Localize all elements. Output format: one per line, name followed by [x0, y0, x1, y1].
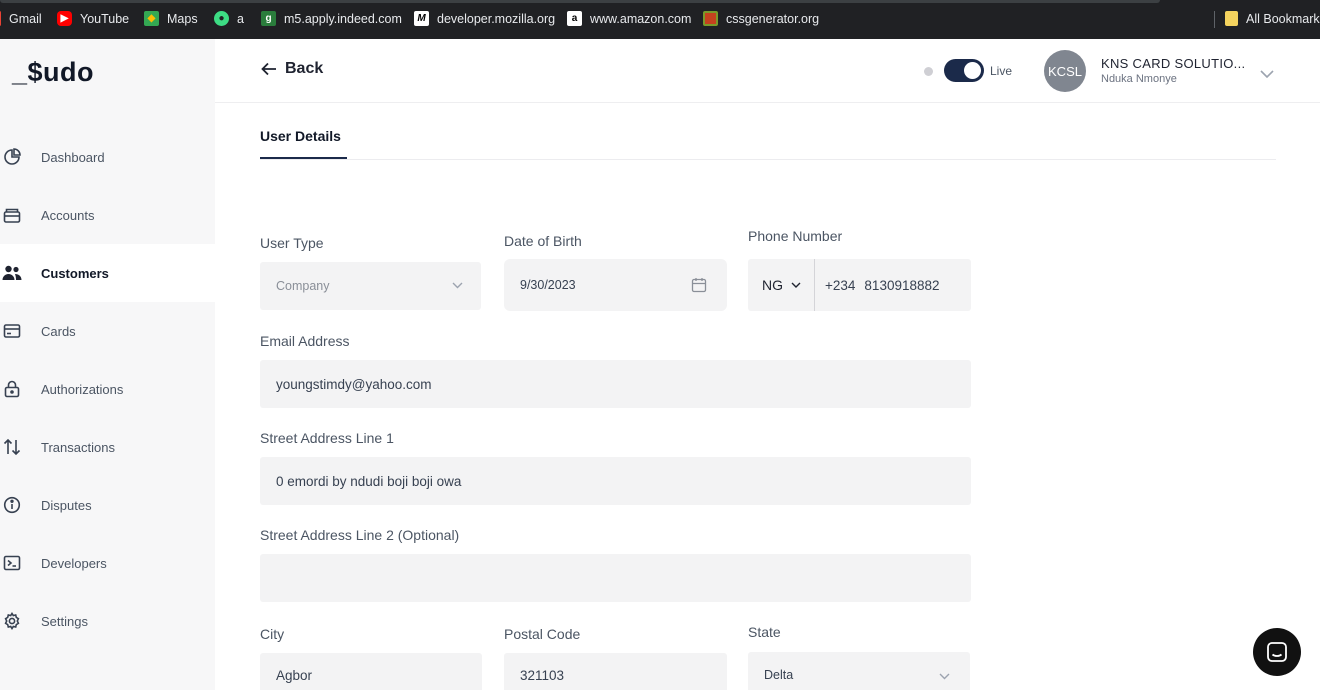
email-label: Email Address: [260, 333, 350, 349]
live-label: Live: [990, 64, 1013, 78]
chevron-down-icon: [791, 282, 801, 288]
user-type-select[interactable]: Company: [260, 262, 481, 310]
street2-label: Street Address Line 2 (Optional): [260, 527, 460, 543]
status-dot: [924, 67, 933, 76]
street1-value: 0 emordi by ndudi boji boji owa: [276, 473, 462, 489]
bookmark-a[interactable]: ● a: [214, 11, 244, 26]
state-select[interactable]: Delta: [748, 652, 970, 690]
chat-icon: [1267, 642, 1287, 662]
back-button[interactable]: Back: [261, 60, 323, 78]
dob-input[interactable]: 9/30/2023: [504, 259, 727, 311]
user-type-label: User Type: [260, 235, 324, 251]
sidebar-item-label: Transactions: [41, 439, 115, 455]
postal-value: 321103: [520, 668, 565, 683]
sidebar-item-label: Customers: [41, 265, 109, 281]
bookmarks-divider: [1214, 11, 1215, 28]
tab-user-details[interactable]: User Details: [260, 128, 341, 144]
back-label: Back: [285, 60, 324, 77]
chevron-down-icon: [939, 673, 950, 680]
bookmark-cssgenerator[interactable]: cssgenerator.org: [703, 11, 819, 26]
phone-label: Phone Number: [748, 228, 843, 244]
chevron-down-icon: [452, 282, 463, 289]
top-header: Back Live KCSL KNS CARD SOLUTIO... Nduka…: [215, 39, 1320, 103]
folder-icon: [1225, 11, 1238, 26]
sidebar-item-label: Accounts: [41, 207, 95, 223]
dial-code: +234: [825, 277, 856, 293]
live-mode-toggle[interactable]: [944, 59, 984, 82]
sidebar-item-dashboard[interactable]: Dashboard: [0, 128, 215, 186]
sidebar-item-label: Developers: [41, 555, 107, 571]
tabs-divider: [260, 159, 1276, 160]
calendar-icon[interactable]: [691, 277, 707, 293]
sidebar-item-authorizations[interactable]: Authorizations: [0, 360, 215, 418]
info-circle-icon: [1, 494, 23, 516]
street2-field[interactable]: [260, 554, 971, 602]
account-user: Nduka Nmonye: [1101, 73, 1177, 85]
city-value: Agbor: [276, 668, 313, 683]
user-type-value: Company: [276, 279, 330, 293]
indeed-icon: g: [261, 11, 276, 26]
sidebar-item-developers[interactable]: Developers: [0, 534, 215, 592]
street1-label: Street Address Line 1: [260, 430, 394, 446]
postal-label: Postal Code: [504, 626, 581, 642]
gear-icon: [1, 610, 23, 632]
account-name[interactable]: KNS CARD SOLUTIO...: [1101, 56, 1245, 71]
postal-field[interactable]: 321103: [504, 653, 727, 690]
email-value: youngstimdy@yahoo.com: [276, 376, 432, 392]
arrow-left-icon: [261, 62, 276, 76]
pie-chart-icon: [1, 146, 23, 168]
toggle-knob: [964, 62, 981, 79]
bookmark-gmail[interactable]: Gmail: [0, 11, 42, 26]
amazon-icon: a: [567, 11, 582, 26]
email-field[interactable]: youngstimdy@yahoo.com: [260, 360, 971, 408]
city-field[interactable]: Agbor: [260, 653, 482, 690]
country-code-value: NG: [762, 277, 783, 293]
users-icon: [1, 262, 23, 284]
android-icon: ●: [214, 11, 229, 26]
wallet-icon: [1, 204, 23, 226]
app-logo[interactable]: _$udo: [12, 57, 94, 88]
sidebar: _$udo Dashboard Accounts Customers Cards…: [0, 39, 215, 690]
mdn-icon: M: [414, 11, 429, 26]
sidebar-item-label: Authorizations: [41, 381, 124, 397]
dob-value: 9/30/2023: [520, 278, 576, 292]
country-code-select[interactable]: NG: [748, 259, 815, 311]
lock-icon: [1, 378, 23, 400]
dob-label: Date of Birth: [504, 233, 582, 249]
chat-launcher-button[interactable]: [1253, 628, 1301, 676]
bookmark-amazon[interactable]: a www.amazon.com: [567, 11, 691, 26]
sidebar-item-disputes[interactable]: Disputes: [0, 476, 215, 534]
maps-icon: ◆: [144, 11, 159, 26]
chevron-down-icon[interactable]: [1260, 65, 1274, 83]
state-label: State: [748, 624, 781, 640]
tab-strip-edge: [0, 0, 1160, 3]
terminal-icon: [1, 552, 23, 574]
bookmark-youtube[interactable]: ▶ YouTube: [57, 11, 129, 26]
sidebar-item-accounts[interactable]: Accounts: [0, 186, 215, 244]
cssgenerator-icon: [703, 11, 718, 26]
sidebar-item-cards[interactable]: Cards: [0, 302, 215, 360]
phone-value: 8130918882: [864, 277, 940, 293]
sidebar-item-settings[interactable]: Settings: [0, 592, 215, 650]
sidebar-item-label: Settings: [41, 613, 88, 629]
state-value: Delta: [764, 668, 794, 682]
avatar[interactable]: KCSL: [1044, 50, 1086, 92]
bookmark-mozilla[interactable]: M developer.mozilla.org: [414, 11, 555, 26]
gmail-icon: [0, 11, 1, 26]
bookmarks-bar: Gmail ▶ YouTube ◆ Maps ● a g m5.apply.in…: [0, 0, 1320, 39]
sidebar-item-label: Disputes: [41, 497, 92, 513]
bookmark-indeed[interactable]: g m5.apply.indeed.com: [261, 11, 402, 26]
transfer-arrows-icon: [1, 436, 23, 458]
card-icon: [1, 320, 23, 342]
youtube-icon: ▶: [57, 11, 72, 26]
sidebar-item-label: Cards: [41, 323, 76, 339]
sidebar-item-customers[interactable]: Customers: [0, 244, 215, 302]
street1-field[interactable]: 0 emordi by ndudi boji boji owa: [260, 457, 971, 505]
sidebar-item-label: Dashboard: [41, 149, 105, 165]
city-label: City: [260, 626, 285, 642]
bookmark-maps[interactable]: ◆ Maps: [144, 11, 198, 26]
phone-input[interactable]: +234 8130918882: [815, 259, 971, 311]
bookmark-all-bookmarks[interactable]: All Bookmarks: [1225, 11, 1320, 26]
sidebar-item-transactions[interactable]: Transactions: [0, 418, 215, 476]
